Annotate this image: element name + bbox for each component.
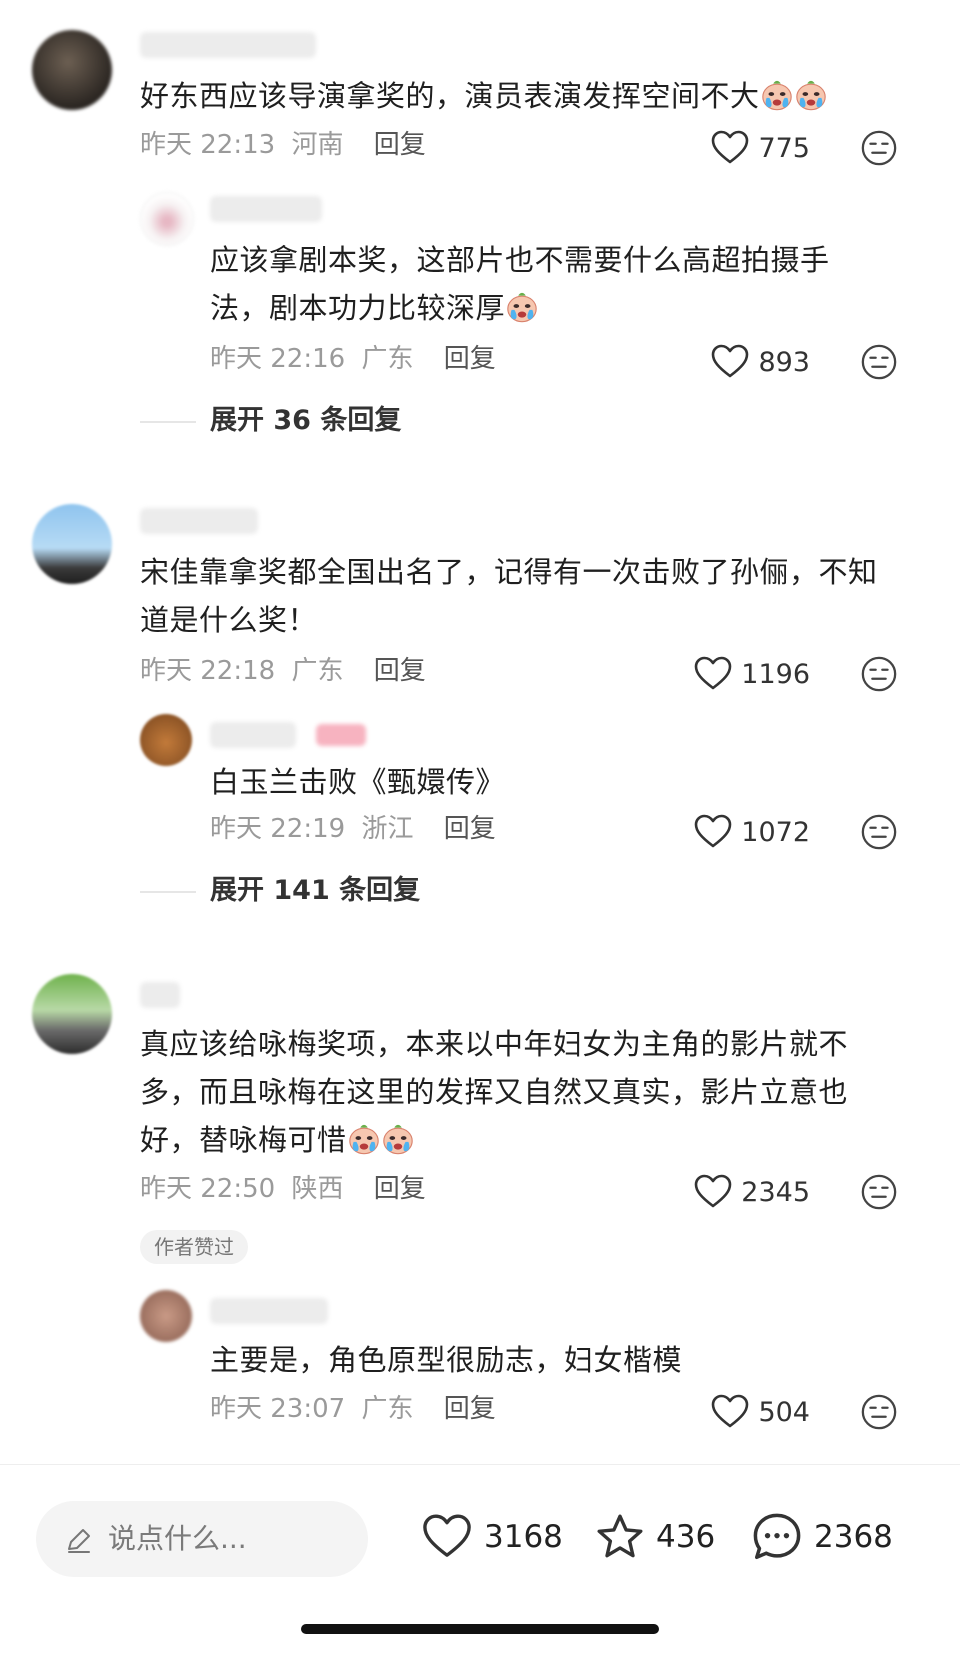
username-blurred[interactable] xyxy=(210,196,322,222)
reply-button[interactable]: 回复 xyxy=(374,1174,426,1204)
divider xyxy=(140,891,196,893)
author-liked-badge: 作者赞过 xyxy=(140,1230,248,1264)
username-blurred[interactable] xyxy=(140,32,316,58)
username-blurred[interactable] xyxy=(210,1298,328,1324)
comment-button[interactable]: 2368 xyxy=(750,1509,893,1565)
like-button[interactable]: 1196 xyxy=(693,654,810,694)
like-count: 893 xyxy=(758,346,810,378)
speech-bubble-icon xyxy=(753,1513,801,1560)
meh-face-icon[interactable] xyxy=(860,1173,898,1211)
avatar[interactable] xyxy=(32,974,112,1054)
star-outline-icon xyxy=(597,1514,643,1558)
meh-face-icon[interactable] xyxy=(860,1393,898,1431)
like-button[interactable]: 1072 xyxy=(693,812,810,852)
username-blurred[interactable] xyxy=(140,982,180,1008)
comment-meta: 昨天 22:18 广东 回复 xyxy=(140,656,426,686)
like-count: 775 xyxy=(758,132,810,164)
crying-face-emoji xyxy=(505,290,539,324)
reply-meta: 昨天 23:07 广东 回复 xyxy=(210,1394,496,1424)
comment-text: 宋佳靠拿奖都全国出名了，记得有一次击败了孙俪，不知 道是什么奖！ xyxy=(140,555,878,637)
avatar[interactable] xyxy=(140,192,194,246)
reply-button[interactable]: 回复 xyxy=(444,814,496,844)
avatar[interactable] xyxy=(140,714,192,766)
like-post-button[interactable]: 3168 xyxy=(420,1509,563,1565)
meh-face-icon[interactable] xyxy=(860,129,898,167)
favorite-button[interactable]: 436 xyxy=(594,1509,715,1565)
comment-time: 昨天 22:13 xyxy=(140,130,276,160)
comment-text: 好东西应该导演拿奖的，演员表演发挥空间不大 xyxy=(140,72,900,120)
crying-face-emoji xyxy=(347,1122,381,1156)
reply-button[interactable]: 回复 xyxy=(374,656,426,686)
expand-replies-button[interactable]: 展开 36 条回复 xyxy=(210,404,401,438)
reply-button[interactable]: 回复 xyxy=(444,344,496,374)
heart-outline-icon xyxy=(693,812,733,852)
bottom-action-bar: 说点什么... 3168 436 2368 xyxy=(0,1464,960,1585)
crying-face-emoji xyxy=(381,1122,415,1156)
comment-count: 2368 xyxy=(814,1519,893,1555)
like-count: 504 xyxy=(758,1396,810,1428)
heart-outline-icon xyxy=(710,342,750,382)
home-indicator[interactable] xyxy=(301,1624,659,1634)
reply-button[interactable]: 回复 xyxy=(444,1394,496,1424)
meh-face-icon[interactable] xyxy=(860,655,898,693)
input-placeholder: 说点什么... xyxy=(108,1522,247,1555)
pencil-icon xyxy=(68,1529,90,1553)
crying-face-emoji xyxy=(760,78,794,112)
like-button[interactable]: 504 xyxy=(710,1392,810,1432)
like-button[interactable]: 775 xyxy=(710,128,810,168)
like-count: 1196 xyxy=(741,658,810,690)
favorite-count: 436 xyxy=(656,1519,716,1555)
username-blurred[interactable] xyxy=(210,722,296,748)
comment-text: 真应该给咏梅奖项，本来以中年妇女为主角的影片就不 多，而且咏梅在这里的发挥又自然… xyxy=(140,1027,849,1157)
heart-outline-icon xyxy=(710,128,750,168)
reply-meta: 昨天 22:16 广东 回复 xyxy=(210,344,496,374)
heart-outline-icon xyxy=(710,1392,750,1432)
heart-outline-icon xyxy=(693,654,733,694)
heart-outline-icon xyxy=(420,1511,474,1563)
reply-text: 主要是，角色原型很励志，妇女楷模 xyxy=(210,1343,683,1377)
post-like-count: 3168 xyxy=(484,1519,563,1555)
avatar[interactable] xyxy=(32,30,112,110)
comment-input[interactable]: 说点什么... xyxy=(36,1501,368,1577)
like-count: 1072 xyxy=(741,816,810,848)
like-count: 2345 xyxy=(741,1176,810,1208)
reply-meta: 昨天 22:19 浙江 回复 xyxy=(210,814,496,844)
meh-face-icon[interactable] xyxy=(860,343,898,381)
crying-face-emoji xyxy=(794,78,828,112)
like-button[interactable]: 2345 xyxy=(693,1172,810,1212)
comment-meta: 昨天 22:50 陕西 回复 xyxy=(140,1174,426,1204)
meh-face-icon[interactable] xyxy=(860,813,898,851)
reply-button[interactable]: 回复 xyxy=(374,130,426,160)
username-blurred[interactable] xyxy=(140,508,258,534)
divider xyxy=(140,421,196,423)
reply-text: 应该拿剧本奖，这部片也不需要什么高超拍摄手 法，剧本功力比较深厚 xyxy=(210,243,830,325)
reply-text: 白玉兰击败《甄嬛传》 xyxy=(210,765,506,799)
heart-outline-icon xyxy=(693,1172,733,1212)
avatar[interactable] xyxy=(32,504,112,584)
comment-location: 河南 xyxy=(291,130,344,160)
user-tag-blurred xyxy=(316,724,366,746)
avatar[interactable] xyxy=(140,1290,192,1342)
comment-meta: 昨天 22:13 河南 回复 xyxy=(140,128,426,162)
like-button[interactable]: 893 xyxy=(710,342,810,382)
expand-replies-button[interactable]: 展开 141 条回复 xyxy=(210,874,420,908)
